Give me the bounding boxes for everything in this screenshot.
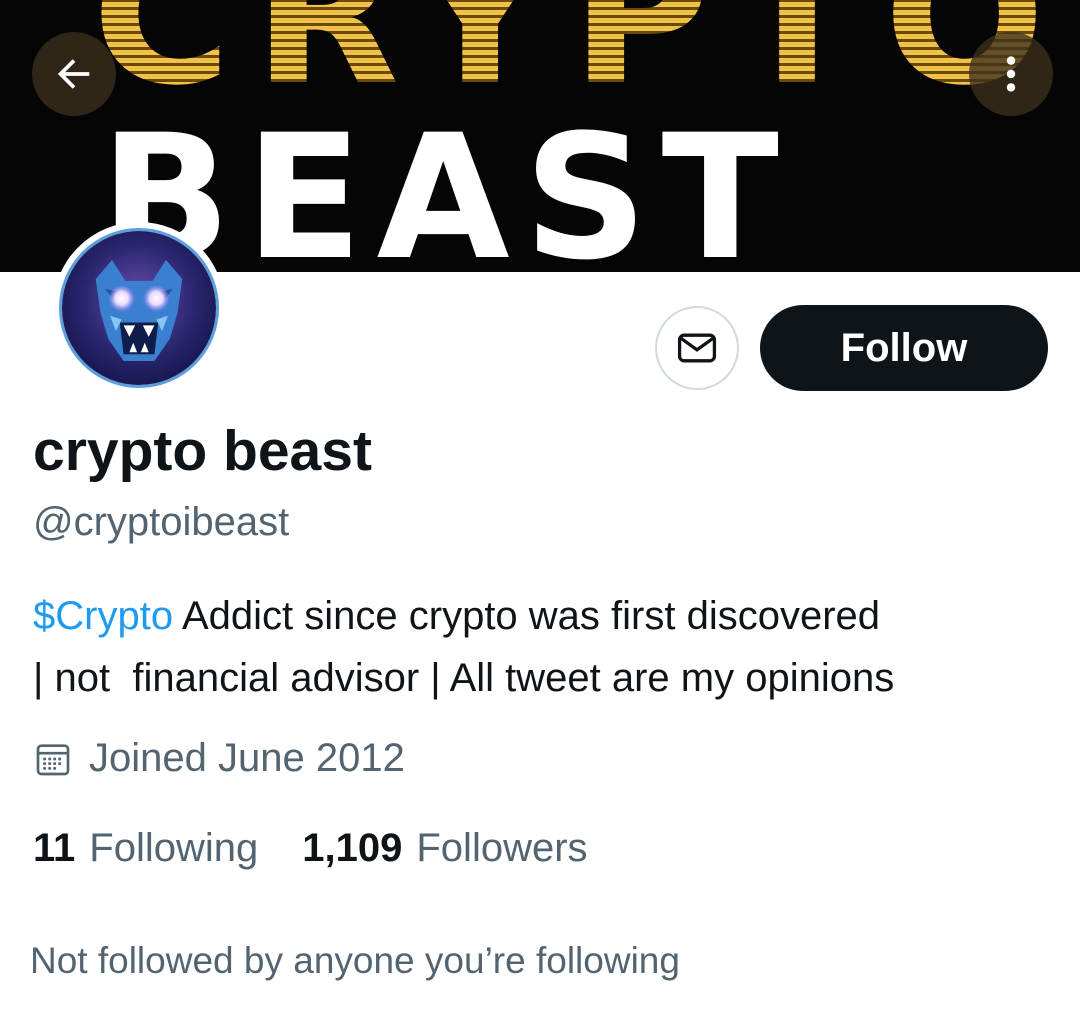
- bio-line-1-text: Addict since crypto was first discovered: [173, 594, 881, 638]
- following-count: 11: [33, 826, 76, 870]
- avatar[interactable]: [53, 222, 225, 394]
- bio-line-1: $Crypto Addict since crypto was first di…: [33, 585, 1063, 647]
- following-link[interactable]: 11 Following: [33, 826, 258, 871]
- envelope-icon: [677, 333, 717, 363]
- bio: $Crypto Addict since crypto was first di…: [33, 585, 1063, 709]
- message-button[interactable]: [655, 306, 739, 390]
- joined-date: Joined June 2012: [33, 736, 405, 781]
- calendar-icon: [36, 743, 70, 775]
- bear-avatar: [59, 228, 219, 388]
- followers-count: 1,109: [302, 826, 403, 870]
- following-label: Following: [89, 826, 259, 870]
- more-options-button[interactable]: [969, 32, 1053, 116]
- back-button[interactable]: [32, 32, 116, 116]
- arrow-left-icon: [57, 59, 90, 89]
- mutual-followers-note: Not followed by anyone you’re following: [30, 940, 680, 981]
- follow-stats: 11 Following 1,109 Followers: [33, 826, 588, 871]
- banner-main-text: BEAST: [100, 97, 793, 273]
- cashtag-link[interactable]: $Crypto: [33, 594, 173, 638]
- follow-button[interactable]: Follow: [760, 305, 1048, 391]
- display-name: crypto beast: [33, 419, 372, 483]
- more-vertical-icon: [1006, 56, 1016, 92]
- followers-link[interactable]: 1,109 Followers: [302, 826, 587, 871]
- user-handle: @cryptoibeast: [33, 500, 290, 544]
- joined-text: Joined June 2012: [89, 736, 405, 780]
- bio-line-2: | not financial advisor | All tweet are …: [33, 656, 895, 700]
- followers-label: Followers: [416, 826, 588, 870]
- banner-top-text: CRYPTO: [92, 0, 1067, 112]
